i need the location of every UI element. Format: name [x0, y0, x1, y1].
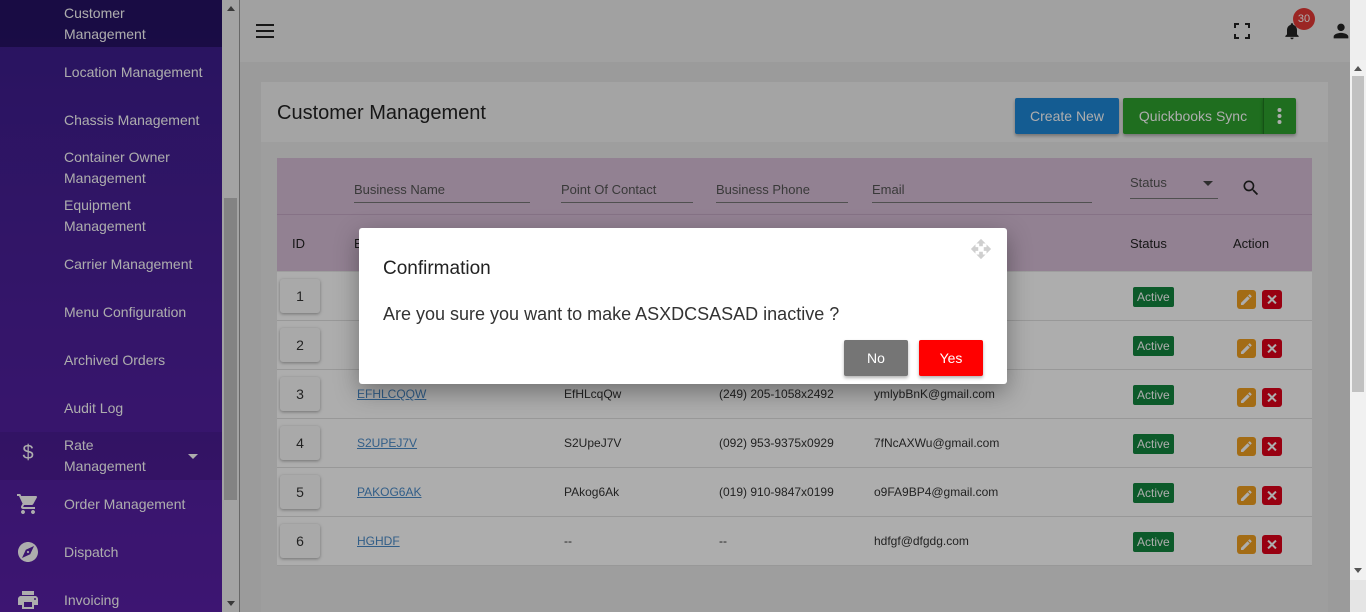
- page-scrollbar-thumb[interactable]: [1352, 76, 1364, 392]
- dialog-message: Are you sure you want to make ASXDCSASAD…: [383, 304, 840, 324]
- scroll-up-icon[interactable]: [1354, 66, 1362, 71]
- no-button[interactable]: No: [844, 340, 908, 376]
- confirmation-dialog: Confirmation Are you sure you want to ma…: [359, 228, 1007, 384]
- dialog-title: Confirmation: [383, 258, 491, 279]
- move-icon[interactable]: [970, 238, 992, 260]
- scroll-down-icon[interactable]: [1354, 568, 1362, 573]
- yes-button[interactable]: Yes: [919, 340, 983, 376]
